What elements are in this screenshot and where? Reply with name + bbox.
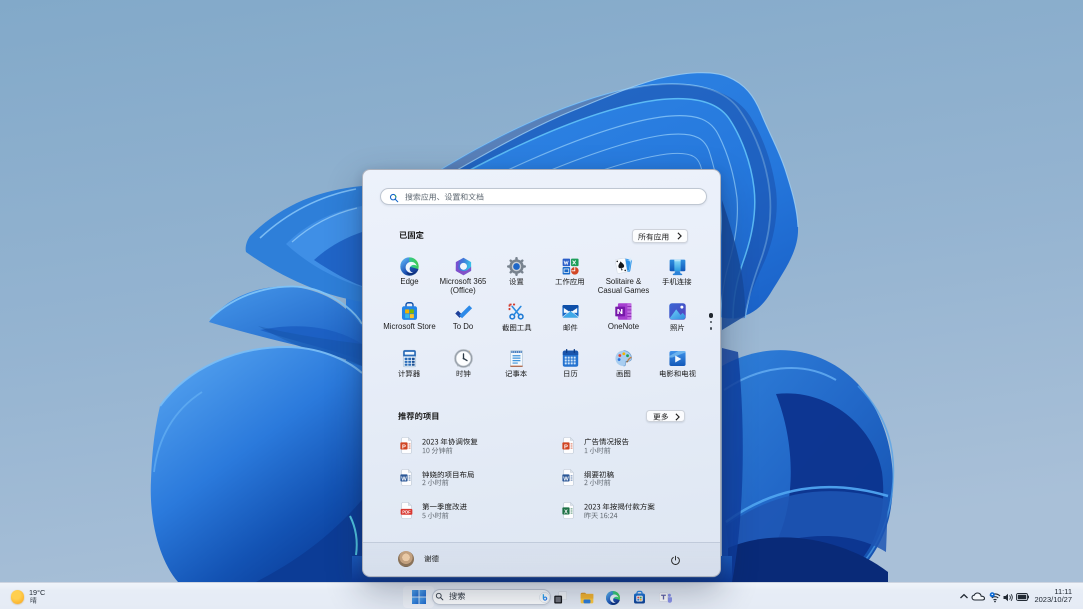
svg-text:P: P [402,444,406,450]
svg-text:PDF: PDF [402,509,411,514]
svg-text:W: W [401,476,407,482]
svg-text:X: X [564,509,568,515]
svg-text:W: W [563,476,569,482]
svg-text:P: P [564,444,568,450]
